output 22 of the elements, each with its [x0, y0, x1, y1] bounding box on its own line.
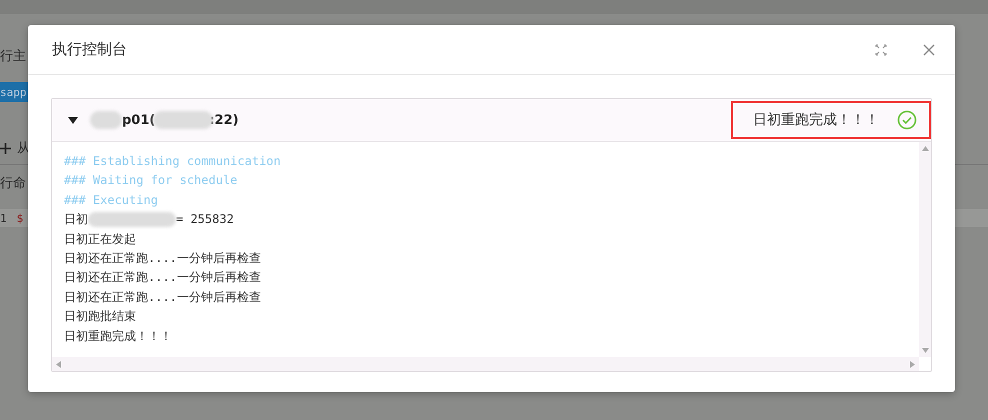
plus-icon[interactable] [0, 142, 11, 154]
scroll-left-icon[interactable] [56, 360, 61, 368]
horizontal-scrollbar[interactable] [52, 357, 919, 371]
host-name: p01( [122, 112, 156, 128]
host-name: :22) [209, 112, 239, 128]
fullscreen-icon[interactable] [875, 44, 887, 56]
caret-icon[interactable] [68, 116, 78, 124]
dialog-title: 执行控制台 [52, 40, 128, 59]
code-text: $ [16, 212, 24, 224]
status-text: 日初重跑完成！！！ [753, 111, 879, 129]
scroll-right-icon[interactable] [910, 360, 915, 368]
background-label: 行主 [0, 48, 26, 65]
scroll-down-icon[interactable] [922, 348, 928, 353]
log-output: ### Establishing communication ### Waiting for schedule ### Executing 日初 = 255832 日初正在发起 日初还在正常跑....一分钟后再检查 日初还在正常跑....一分钟后再检查 日初还在正常跑....一分钟后再检查 日初跑批结束 日初重跑完成！！！ [63, 153, 282, 345]
selected-host-item[interactable]: sapp [0, 82, 28, 102]
add-label[interactable]: 从 [17, 139, 30, 157]
line-number: 1 [0, 212, 7, 224]
close-icon[interactable] [923, 44, 935, 56]
scroll-up-icon[interactable] [922, 146, 928, 151]
background-label: 行命 [0, 175, 26, 192]
redaction-blur [90, 111, 122, 129]
vertical-scrollbar[interactable] [919, 142, 931, 357]
